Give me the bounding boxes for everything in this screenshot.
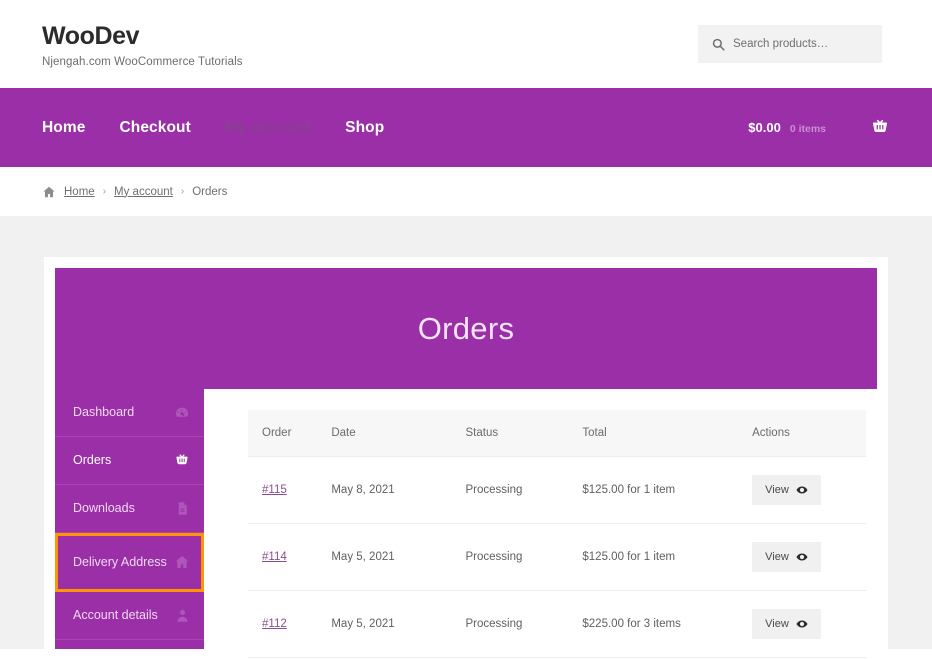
cell-status: Processing: [465, 590, 583, 658]
sidebar-item-downloads[interactable]: Downloads: [55, 485, 204, 533]
content-card: Orders Dashboard Orders Downloads Delive…: [44, 257, 888, 659]
shopping-basket-icon[interactable]: [870, 118, 890, 138]
cart-area[interactable]: $0.00 0 items: [748, 118, 890, 138]
sidebar-item-account-details[interactable]: Account details: [55, 592, 204, 640]
view-button-label: View: [765, 551, 789, 563]
account-sidebar: Dashboard Orders Downloads Delivery Addr…: [55, 389, 204, 649]
table-header-row: Order Date Status Total Actions: [248, 410, 866, 457]
view-button-label: View: [765, 484, 789, 496]
table-row: #114 May 5, 2021 Processing $125.00 for …: [248, 523, 866, 591]
site-title: WooDev: [42, 22, 140, 50]
eye-icon: [796, 618, 808, 630]
column-header-status: Status: [465, 410, 583, 457]
breadcrumb-separator: ›: [180, 186, 185, 197]
home-icon: [42, 185, 56, 199]
page-root: WooDev Njengah.com WooCommerce Tutorials…: [0, 0, 932, 659]
orders-table-head: Order Date Status Total Actions: [248, 410, 866, 457]
column-header-total: Total: [582, 410, 753, 457]
sidebar-item-label: Account details: [73, 608, 158, 623]
cell-total: $225.00 for 3 items: [582, 590, 753, 658]
page-body: Orders Dashboard Orders Downloads Delive…: [0, 216, 932, 659]
cell-total: $125.00 for 1 item: [582, 523, 753, 591]
main-navigation: Home Checkout My account Shop $0.00 0 it…: [0, 88, 932, 167]
cart-item-count: 0 items: [789, 123, 826, 135]
cell-actions: View: [752, 590, 866, 658]
nav-item-checkout[interactable]: Checkout: [119, 119, 190, 137]
cell-date: May 5, 2021: [331, 590, 466, 658]
sidebar-item-label: Delivery Address: [73, 554, 167, 569]
sidebar-item-dashboard[interactable]: Dashboard: [55, 389, 204, 437]
cell-date: May 8, 2021: [331, 456, 466, 524]
sidebar-item-orders[interactable]: Orders: [55, 437, 204, 485]
cell-actions: View: [752, 523, 866, 591]
view-order-button[interactable]: View: [752, 542, 821, 572]
cell-status: Processing: [465, 456, 583, 524]
sidebar-item-label: Downloads: [73, 501, 135, 516]
account-layout: Dashboard Orders Downloads Delivery Addr…: [55, 389, 877, 659]
search-input[interactable]: [733, 38, 868, 50]
cell-order: #112: [248, 590, 332, 658]
table-row: #112 May 5, 2021 Processing $225.00 for …: [248, 590, 866, 658]
eye-icon: [796, 551, 808, 563]
cell-order: #115: [248, 456, 332, 524]
cart-total: $0.00: [748, 120, 781, 135]
nav-item-home[interactable]: Home: [42, 119, 85, 137]
column-header-order: Order: [248, 410, 332, 457]
view-order-button[interactable]: View: [752, 609, 821, 639]
view-order-button[interactable]: View: [752, 475, 821, 505]
person-icon: [175, 608, 190, 623]
cell-total: $125.00 for 1 item: [582, 456, 753, 524]
orders-table: Order Date Status Total Actions #115 May…: [248, 410, 866, 659]
breadcrumb-item-orders: Orders: [192, 185, 228, 198]
site-header: WooDev Njengah.com WooCommerce Tutorials: [0, 0, 932, 88]
nav-item-shop[interactable]: Shop: [345, 119, 384, 137]
cell-order: #114: [248, 523, 332, 591]
search-icon: [712, 38, 725, 51]
breadcrumb-item-home[interactable]: Home: [64, 186, 95, 198]
cart-summary: $0.00 0 items: [748, 120, 826, 135]
nav-links: Home Checkout My account Shop: [42, 119, 384, 137]
view-button-label: View: [765, 618, 789, 630]
sidebar-item-overflow[interactable]: [55, 640, 204, 659]
order-link[interactable]: #112: [262, 618, 287, 630]
sidebar-item-label: Dashboard: [73, 405, 135, 420]
orders-panel: Order Date Status Total Actions #115 May…: [204, 389, 877, 659]
site-tagline: Njengah.com WooCommerce Tutorials: [42, 55, 243, 68]
nav-item-my-account[interactable]: My account: [225, 119, 311, 137]
breadcrumb: Home › My account › Orders: [0, 167, 932, 216]
orders-banner: Orders: [55, 268, 877, 389]
column-header-date: Date: [331, 410, 466, 457]
dashboard-gauge-icon: [174, 405, 190, 421]
table-row: #115 May 8, 2021 Processing $125.00 for …: [248, 456, 866, 524]
orders-table-body: #115 May 8, 2021 Processing $125.00 for …: [248, 456, 866, 659]
page-title: Orders: [417, 310, 515, 346]
column-header-actions: Actions: [752, 410, 866, 457]
order-link[interactable]: #115: [262, 484, 287, 496]
cell-actions: View: [752, 456, 866, 524]
file-download-icon: [175, 501, 190, 516]
sidebar-item-label: Orders: [73, 453, 112, 468]
breadcrumb-separator: ›: [102, 186, 107, 197]
breadcrumb-item-my-account[interactable]: My account: [114, 186, 173, 198]
cell-status: Processing: [465, 523, 583, 591]
branding: WooDev Njengah.com WooCommerce Tutorials: [42, 22, 243, 68]
home-icon: [174, 554, 190, 570]
shopping-basket-icon: [174, 453, 190, 469]
cell-date: May 5, 2021: [331, 523, 466, 591]
sidebar-item-delivery-address[interactable]: Delivery Address: [55, 533, 204, 592]
eye-icon: [796, 484, 808, 496]
product-search[interactable]: [698, 25, 882, 63]
order-link[interactable]: #114: [262, 551, 287, 563]
